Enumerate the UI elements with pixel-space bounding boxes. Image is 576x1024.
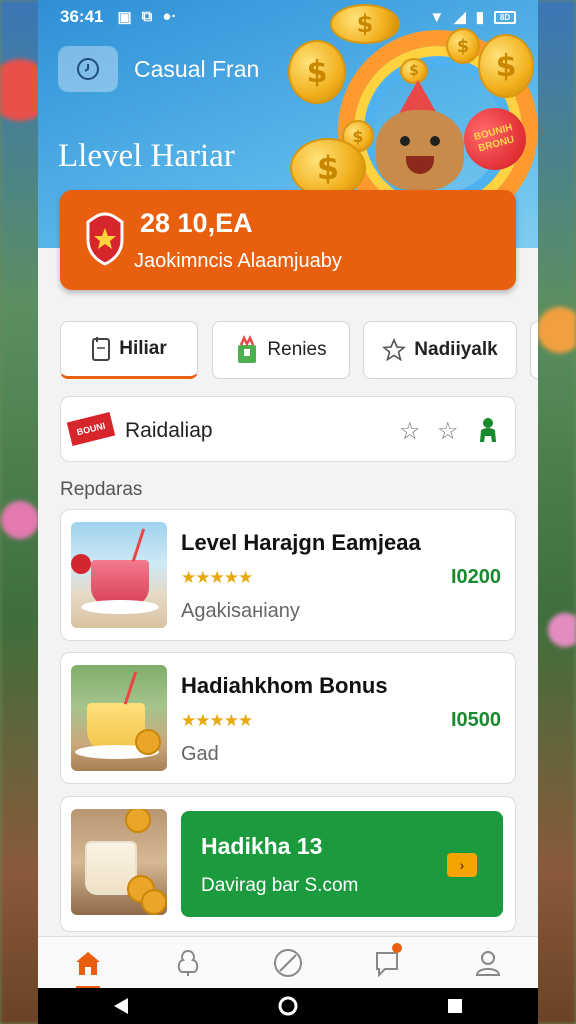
cast-icon: ⧉ — [141, 8, 153, 25]
promo-item[interactable]: Hadikha 13 Davirag bar S.com › — [60, 796, 516, 932]
tab-renies[interactable]: Renies — [212, 321, 350, 379]
item-title: Hadiahkhom Bonus — [181, 673, 388, 698]
shield-star-icon — [86, 212, 124, 266]
nav-compass[interactable] — [258, 937, 318, 989]
app-title: Casual Fran — [134, 56, 260, 82]
phone-screen: $ $ $ $ $ $ $ BOUNIH BRONU 36:41 ▣ ⧉ ●· … — [38, 0, 538, 1024]
drink-thumbnail — [71, 665, 167, 771]
filter-bar[interactable]: BOUNI Raidaliap ☆ ☆ — [60, 396, 516, 462]
sim-icon: ▮ — [475, 9, 484, 26]
gift-box-icon — [238, 335, 257, 363]
item-title: Level Harajgn Eamjeaa — [181, 530, 421, 555]
tab-label: Nadiiyalk — [414, 339, 498, 360]
back-triangle-icon[interactable] — [112, 996, 130, 1016]
nav-explore[interactable] — [158, 937, 218, 989]
compass-icon — [274, 948, 302, 977]
tab-overflow[interactable] — [530, 321, 538, 379]
promo-title: Hadikha 13 — [201, 833, 323, 859]
battery-icon: 8D — [494, 10, 516, 24]
nav-home[interactable] — [58, 937, 118, 989]
notification-dot — [392, 942, 402, 953]
bottom-navigation — [38, 936, 538, 989]
list-item[interactable]: Level Harajgn Eamjeaa ★★★★★ I0200 Agakis… — [60, 509, 516, 641]
item-price: I0200 — [450, 566, 501, 588]
star-outline-icon[interactable]: ☆ — [399, 417, 421, 446]
promo-flag: BOUNI — [66, 412, 116, 446]
status-bar: 36:41 ▣ ⧉ ●· ▼ ◢ ▮ 8D — [38, 0, 538, 34]
promo-banner[interactable]: Hadikha 13 Davirag bar S.com › — [181, 811, 503, 917]
media-icon: ●· — [162, 8, 177, 25]
nav-profile[interactable] — [458, 937, 518, 989]
balance-subtitle: Jaokimncis Alaamjuaby — [134, 250, 342, 272]
document-icon — [92, 337, 111, 361]
clock-icon — [77, 58, 99, 80]
tab-label: Hiliar — [119, 338, 167, 359]
star-outline-icon[interactable]: ☆ — [437, 417, 459, 446]
balance-amount: 28 10,EA — [140, 208, 253, 238]
user-icon — [475, 950, 501, 976]
signal-icon: ◢ — [454, 9, 466, 26]
balance-card[interactable]: 28 10,EA Jaokimncis Alaamjuaby — [60, 190, 516, 290]
item-price: I0500 — [450, 709, 501, 731]
chevron-right-icon[interactable]: › — [447, 853, 477, 877]
system-navigation-bar — [38, 988, 538, 1024]
tab-label: Renies — [267, 339, 327, 360]
filter-label: Raidaliap — [125, 419, 213, 442]
notification-icon: ▣ — [117, 9, 132, 26]
tab-hiliar[interactable]: Hiliar — [60, 321, 198, 379]
section-heading: Repdaras — [60, 479, 143, 500]
item-meta: Agakisaнiany — [181, 600, 300, 622]
status-time: 36:41 — [60, 7, 104, 26]
person-icon[interactable] — [477, 417, 499, 443]
mascot-character — [376, 110, 464, 190]
tree-icon — [177, 949, 199, 976]
star-outline-icon — [382, 338, 407, 362]
promo-subtitle: Davirag bar S.com — [201, 875, 359, 896]
drink-thumbnail — [71, 809, 167, 915]
coin-icon: $ — [288, 40, 346, 104]
tab-nadiiyalk[interactable]: Nadiiyalk — [363, 321, 517, 379]
page-title: Llevel Hariar — [58, 138, 235, 174]
list-item[interactable]: Hadiahkhom Bonus ★★★★★ I0500 Gad — [60, 652, 516, 784]
coin-icon: $ — [478, 34, 534, 98]
rating-stars: ★★★★★ — [181, 568, 253, 587]
rating-stars: ★★★★★ — [181, 711, 253, 730]
tab-bar: Hiliar Renies Nadiiyalk — [60, 321, 538, 379]
home-icon — [76, 951, 100, 975]
item-meta: Gad — [181, 743, 219, 765]
timer-button[interactable] — [58, 46, 118, 92]
home-circle-icon[interactable] — [277, 995, 299, 1017]
nav-messages[interactable] — [358, 937, 418, 989]
drink-thumbnail — [71, 522, 167, 628]
coin-icon: $ — [290, 138, 366, 198]
recents-square-icon[interactable] — [446, 997, 464, 1015]
wifi-icon: ▼ — [429, 8, 445, 26]
